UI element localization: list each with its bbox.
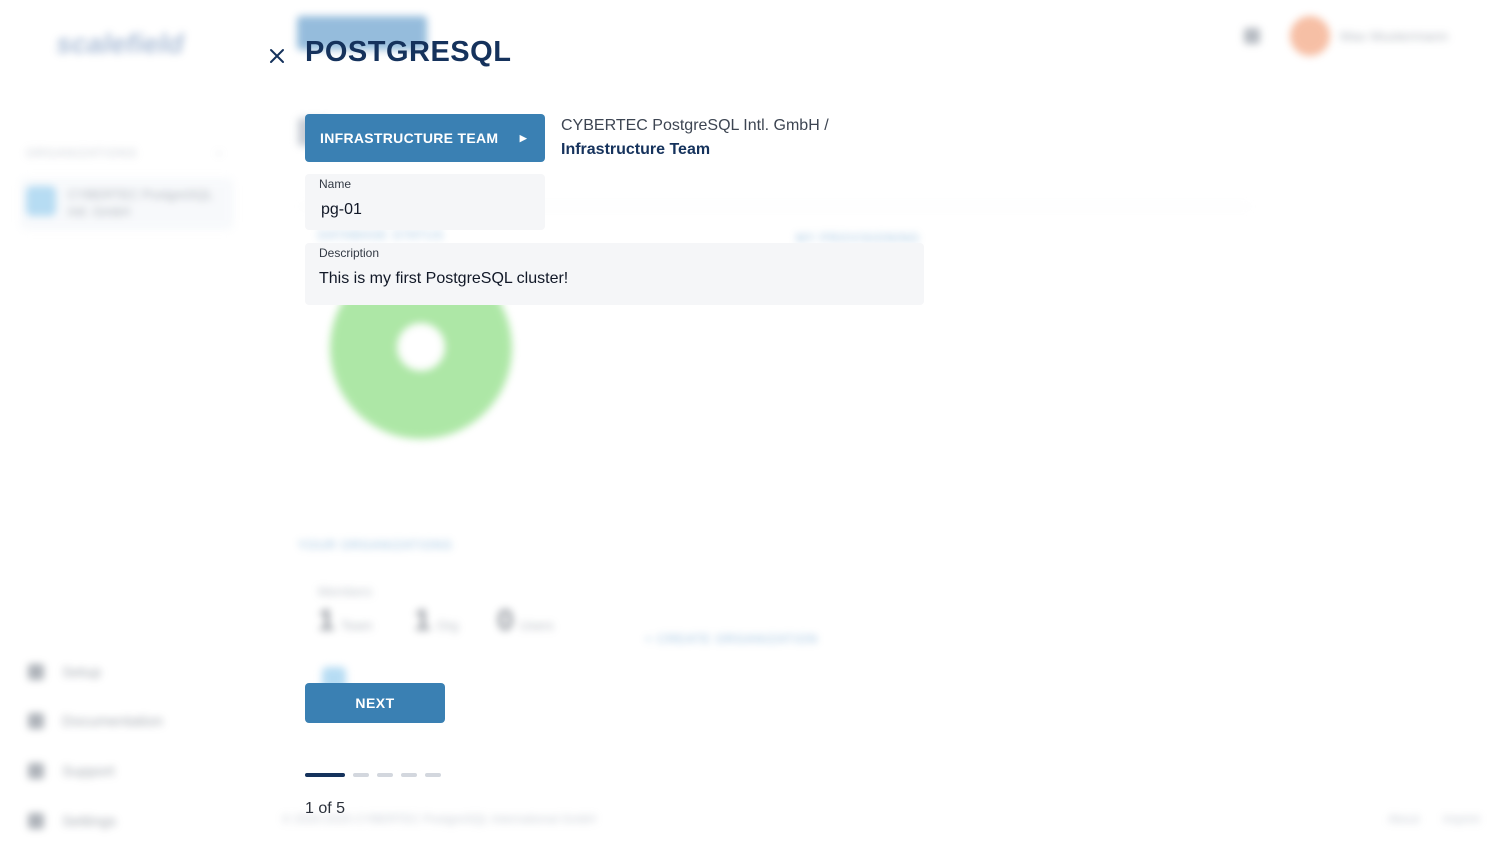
- step-indicator: [305, 773, 441, 777]
- step-dot-2: [353, 773, 369, 777]
- step-counter: 1 of 5: [305, 800, 346, 817]
- step-dot-4: [401, 773, 417, 777]
- close-button[interactable]: [264, 43, 290, 69]
- description-field-label: Description: [319, 246, 380, 260]
- name-input[interactable]: [321, 199, 531, 221]
- page-title: POSTGRESQL: [305, 36, 512, 68]
- name-field-label: Name: [319, 177, 352, 191]
- step-dot-5: [425, 773, 441, 777]
- close-icon: [270, 49, 284, 63]
- tour-overlay: POSTGRESQL INFRASTRUCTURE TEAM ▶ CYBERTE…: [0, 0, 1505, 851]
- step-dot-3: [377, 773, 393, 777]
- description-input[interactable]: [319, 268, 910, 290]
- name-field: Name: [305, 174, 545, 230]
- team-select-button[interactable]: INFRASTRUCTURE TEAM ▶: [305, 114, 545, 162]
- caret-right-icon: ▶: [519, 132, 527, 143]
- breadcrumb-team: Infrastructure Team: [561, 141, 711, 158]
- breadcrumb-organization: CYBERTEC PostgreSQL Intl. GmbH /: [561, 117, 829, 134]
- team-select-label: INFRASTRUCTURE TEAM: [320, 130, 499, 146]
- description-field: Description: [305, 243, 924, 305]
- next-button[interactable]: NEXT: [305, 683, 445, 723]
- step-dot-1: [305, 773, 345, 777]
